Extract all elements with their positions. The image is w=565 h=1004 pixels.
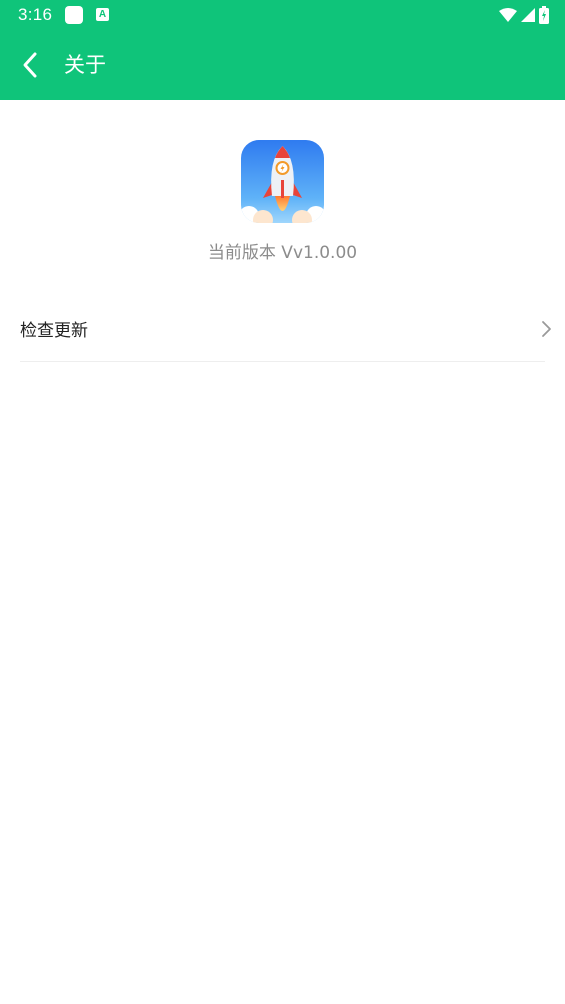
page-title: 关于	[64, 53, 106, 77]
chevron-right-icon	[542, 321, 551, 337]
status-time: 3:16	[18, 5, 53, 24]
signal-icon	[521, 8, 535, 22]
status-bar: 3:16 A	[0, 0, 565, 30]
check-update-label: 检查更新	[20, 321, 88, 341]
about-screen: 3:16 A 关于 当前版本 Vv1.0.00 检查更新	[0, 0, 565, 1004]
notification-a-icon: A	[96, 8, 109, 21]
rocket-app-icon	[241, 140, 324, 223]
wifi-icon	[499, 8, 517, 22]
version-text: 当前版本 Vv1.0.00	[207, 243, 358, 263]
back-button[interactable]	[12, 47, 48, 83]
app-bar: 关于	[0, 30, 565, 100]
battery-charging-icon	[539, 6, 549, 24]
check-update-row[interactable]: 检查更新	[20, 298, 551, 362]
notification-app-icon	[65, 6, 83, 24]
status-icons	[499, 5, 549, 25]
chevron-left-icon	[23, 52, 37, 78]
